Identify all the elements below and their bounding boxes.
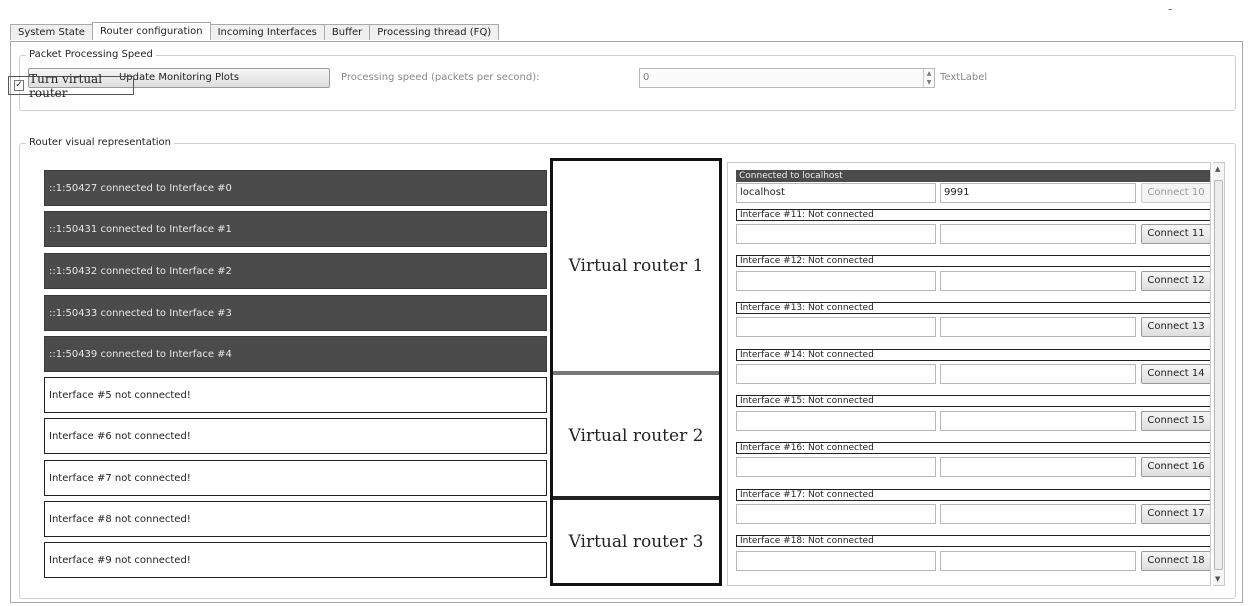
virtual-router-1: Virtual router 1 xyxy=(568,256,704,276)
port-field[interactable]: 9991 xyxy=(940,183,1136,203)
interface-row: Interface #5 not connected! xyxy=(44,377,547,413)
host-field[interactable] xyxy=(736,364,936,384)
interface-status: Interface #12: Not connected xyxy=(736,255,1210,267)
host-field[interactable] xyxy=(736,551,936,571)
connect-13-button[interactable]: Connect 13 xyxy=(1141,317,1210,337)
host-field[interactable] xyxy=(736,457,936,477)
interface-status: Interface #11: Not connected xyxy=(736,209,1210,221)
scrollbar-thumb[interactable] xyxy=(1214,180,1223,570)
processing-speed-spinbox[interactable]: 0 xyxy=(639,68,935,88)
virtual-routers-block: Virtual router 1 Virtual router 2 Virtua… xyxy=(550,158,722,586)
minimize-icon[interactable]: - xyxy=(1168,2,1172,16)
connection-list[interactable]: Connected to localhost localhost 9991 Co… xyxy=(727,162,1211,586)
tab-bar: System State Router configuration Incomi… xyxy=(10,22,500,41)
connected-header: Connected to localhost xyxy=(736,170,1210,182)
port-field[interactable] xyxy=(940,504,1136,524)
tab-processing-thread[interactable]: Processing thread (FQ) xyxy=(369,24,500,40)
turn-virtual-router-label: Turn virtual router xyxy=(29,71,103,100)
interface-row: ::1:50432 connected to Interface #2 xyxy=(44,253,547,289)
port-field[interactable] xyxy=(940,317,1136,337)
port-field[interactable] xyxy=(940,411,1136,431)
interface-row: ::1:50431 connected to Interface #1 xyxy=(44,211,547,247)
connect-11-button[interactable]: Connect 11 xyxy=(1141,224,1210,244)
spin-arrows-icon[interactable]: ▲ ▼ xyxy=(923,69,934,87)
port-field[interactable] xyxy=(940,271,1136,291)
connect-14-button[interactable]: Connect 14 xyxy=(1141,364,1210,384)
interface-row: Interface #8 not connected! xyxy=(44,501,547,537)
interface-status: Interface #14: Not connected xyxy=(736,349,1210,361)
packet-speed-group-title: Packet Processing Speed xyxy=(26,49,156,60)
host-field[interactable] xyxy=(736,411,936,431)
interface-row: Interface #9 not connected! xyxy=(44,542,547,578)
vertical-scrollbar[interactable]: ▲ ▼ xyxy=(1213,162,1225,586)
text-label: TextLabel xyxy=(940,72,988,83)
tab-router-configuration[interactable]: Router configuration xyxy=(91,22,211,40)
interface-row: Interface #7 not connected! xyxy=(44,460,547,496)
port-field[interactable] xyxy=(940,457,1136,477)
checkbox-check-icon[interactable]: ✓ xyxy=(14,80,25,91)
interface-status: Interface #15: Not connected xyxy=(736,395,1210,407)
host-field[interactable] xyxy=(736,271,936,291)
tab-system-state[interactable]: System State xyxy=(10,24,93,40)
port-field[interactable] xyxy=(940,364,1136,384)
router-configuration-panel: Packet Processing Speed Update Monitorin… xyxy=(8,41,1243,603)
interface-row: ::1:50439 connected to Interface #4 xyxy=(44,336,547,372)
connect-10-button[interactable]: Connect 10 xyxy=(1141,183,1210,203)
interface-status: Interface #13: Not connected xyxy=(736,302,1210,314)
scroll-up-icon[interactable]: ▲ xyxy=(1215,165,1220,173)
interface-status: Interface #17: Not connected xyxy=(736,489,1210,501)
tab-buffer[interactable]: Buffer xyxy=(323,24,371,40)
processing-speed-label: Processing speed (packets per second): xyxy=(341,72,540,83)
connect-16-button[interactable]: Connect 16 xyxy=(1141,457,1210,477)
connect-18-button[interactable]: Connect 18 xyxy=(1141,551,1210,571)
interface-row: ::1:50433 connected to Interface #3 xyxy=(44,295,547,331)
tab-incoming-interfaces[interactable]: Incoming Interfaces xyxy=(209,24,325,40)
connect-15-button[interactable]: Connect 15 xyxy=(1141,411,1210,431)
turn-virtual-router-checkbox[interactable]: ✓ Turn virtual router xyxy=(8,72,134,100)
host-field[interactable] xyxy=(736,317,936,337)
visual-group-title: Router visual representation xyxy=(26,137,174,148)
host-field[interactable] xyxy=(736,224,936,244)
interface-status: Interface #16: Not connected xyxy=(736,442,1210,454)
interface-status: Interface #18: Not connected xyxy=(736,535,1210,547)
connect-12-button[interactable]: Connect 12 xyxy=(1141,271,1210,291)
port-field[interactable] xyxy=(940,224,1136,244)
port-field[interactable] xyxy=(940,551,1136,571)
connect-17-button[interactable]: Connect 17 xyxy=(1141,504,1210,524)
host-field[interactable] xyxy=(736,504,936,524)
virtual-router-3: Virtual router 3 xyxy=(568,531,704,552)
virtual-router-2: Virtual router 2 xyxy=(568,425,704,446)
host-field[interactable]: localhost xyxy=(736,183,936,203)
scroll-down-icon[interactable]: ▼ xyxy=(1215,575,1220,583)
interface-row: Interface #6 not connected! xyxy=(44,418,547,454)
interface-row: ::1:50427 connected to Interface #0 xyxy=(44,170,547,206)
